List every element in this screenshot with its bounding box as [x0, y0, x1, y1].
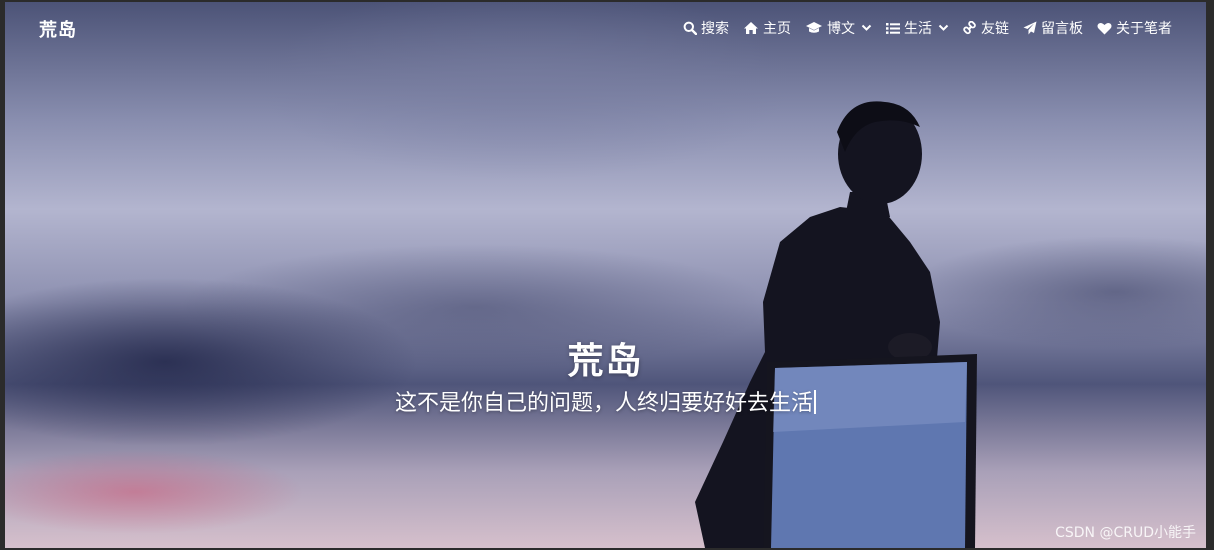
hero-subtitle: 这不是你自己的问题，人终归要好好去生活 [394, 391, 813, 416]
hero-title: 荒岛 [567, 341, 644, 382]
home-icon [744, 22, 758, 34]
list-icon [886, 22, 900, 34]
paper-plane-icon [1023, 21, 1037, 35]
nav-item-about[interactable]: 关于笔者 [1097, 18, 1172, 38]
nav-item-guestbook[interactable]: 留言板 [1023, 18, 1083, 38]
hero-banner: 荒岛 搜索 主页 博文 生活 友链 留言板 关于笔者 荒岛 这不是你自己的问题，… [5, 2, 1206, 548]
nav-item-home[interactable]: 主页 [743, 18, 791, 38]
nav-item-posts[interactable]: 博文 [805, 18, 872, 38]
nav-item-life[interactable]: 生活 [886, 18, 949, 38]
nav-item-label: 搜索 [701, 21, 729, 37]
person-silhouette-image [695, 101, 977, 548]
nav-item-search[interactable]: 搜索 [683, 18, 729, 38]
heart-icon [1097, 22, 1112, 34]
link-icon [963, 21, 976, 35]
site-brand[interactable]: 荒岛 [39, 16, 77, 42]
nav-item-links[interactable]: 友链 [963, 18, 1009, 38]
watermark: CSDN @CRUD小能手 [1055, 525, 1196, 541]
graduation-cap-icon [806, 22, 822, 33]
top-navbar: 荒岛 搜索 主页 博文 生活 友链 留言板 关于笔者 [5, 2, 1206, 58]
nav-item-label: 主页 [763, 21, 791, 37]
nav-item-label: 生活 [904, 21, 932, 37]
nav-item-label: 博文 [827, 21, 855, 37]
search-icon [683, 21, 697, 35]
typing-cursor [814, 390, 816, 414]
hero-subtitle-wrapper: 这不是你自己的问题，人终归要好好去生活 [5, 385, 1206, 417]
nav-item-label: 友链 [981, 21, 1009, 37]
nav-item-label: 留言板 [1041, 21, 1083, 37]
chevron-down-icon [938, 24, 949, 31]
nav-menu: 搜索 主页 博文 生活 友链 留言板 关于笔者 [683, 18, 1172, 38]
nav-item-label: 关于笔者 [1116, 21, 1172, 37]
chevron-down-icon [861, 24, 872, 31]
